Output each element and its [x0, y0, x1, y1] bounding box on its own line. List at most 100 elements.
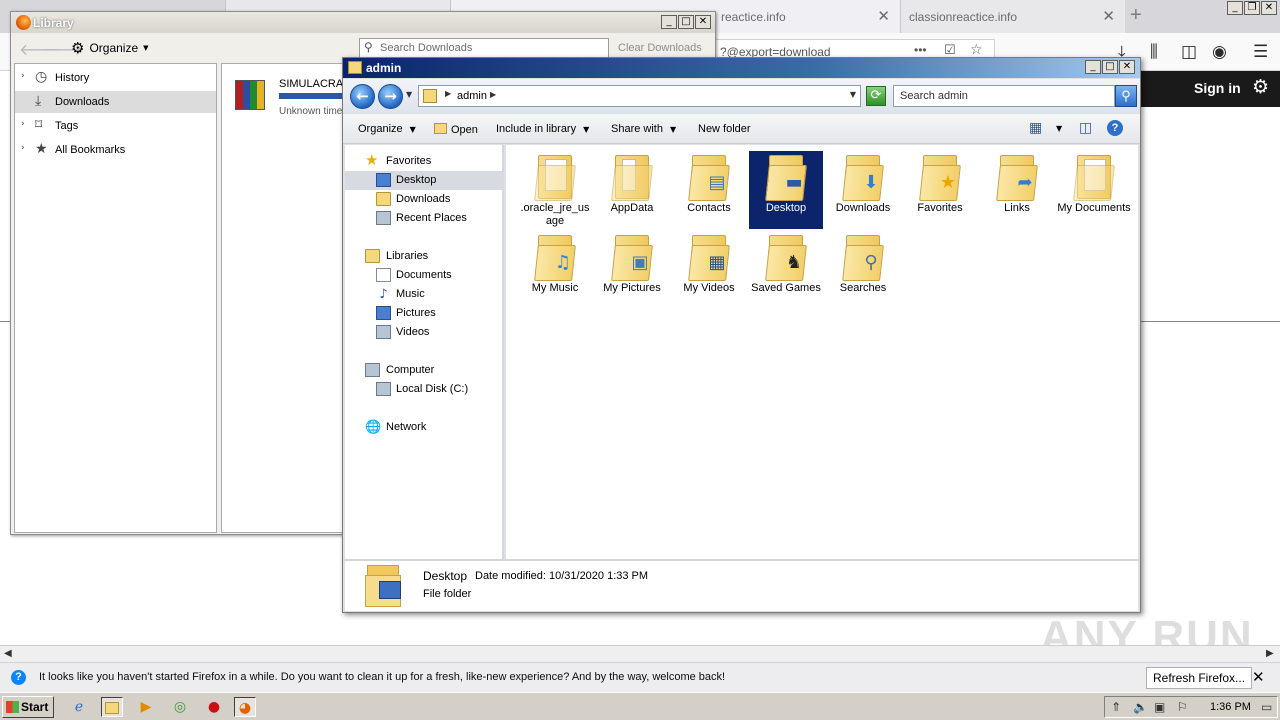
maximize-icon[interactable]: □	[1102, 60, 1118, 74]
breadcrumb-admin[interactable]: admin	[457, 90, 487, 102]
clear-downloads-button[interactable]: Clear Downloads	[618, 42, 702, 54]
scroll-left-icon[interactable]: ◀	[4, 648, 12, 659]
action-center-flag-icon[interactable]: ⚐	[1177, 700, 1188, 714]
tree-item-downloads[interactable]: ⤓ Downloads	[15, 91, 216, 113]
account-icon[interactable]: ◉	[1212, 42, 1227, 62]
address-dropdown-icon[interactable]: ▼	[850, 90, 856, 99]
show-desktop-icon[interactable]: ▭	[1261, 700, 1272, 714]
explorer-taskbar-icon[interactable]	[101, 697, 123, 717]
folder-item[interactable]: AppData	[595, 151, 669, 229]
show-hidden-icons-icon[interactable]: ⇑	[1111, 700, 1121, 714]
folder-item[interactable]: .oracle_jre_usage	[518, 151, 592, 229]
minimize-icon[interactable]: _	[1227, 1, 1243, 15]
opera-icon[interactable]: ●	[203, 697, 225, 717]
expand-icon[interactable]: ›	[21, 119, 25, 129]
breadcrumb-separator-icon[interactable]: ▶	[445, 89, 451, 98]
organize-button[interactable]: Organize ▼	[358, 123, 416, 135]
nav-documents[interactable]: Documents	[345, 266, 504, 285]
nav-music[interactable]: ♪ Music	[345, 285, 504, 304]
sign-in-link[interactable]: Sign in	[1194, 80, 1241, 96]
pocket-icon[interactable]: ☑	[944, 43, 956, 58]
network-status-icon[interactable]: ▣	[1154, 700, 1165, 714]
scroll-right-icon[interactable]: ▶	[1266, 648, 1274, 659]
folder-item[interactable]: ★ Favorites	[903, 151, 977, 229]
folder-item[interactable]: ➦ Links	[980, 151, 1054, 229]
nav-favorites[interactable]: ★ Favorites	[345, 151, 504, 171]
nav-videos[interactable]: Videos	[345, 323, 504, 342]
firefox-tab-2[interactable]: classionreactice.info ✕	[900, 0, 1125, 33]
close-notification-icon[interactable]: ✕	[1252, 668, 1265, 686]
search-downloads-input[interactable]: ⚲ Search Downloads	[359, 38, 609, 58]
firefox-taskbar-icon[interactable]: ◕	[234, 697, 256, 717]
expand-icon[interactable]: ›	[21, 143, 25, 153]
document-folder-icon	[534, 155, 576, 201]
restore-icon[interactable]: ❐	[1244, 1, 1260, 15]
close-icon[interactable]: ✕	[1261, 1, 1277, 15]
search-admin-input[interactable]: Search admin	[893, 85, 1115, 107]
nav-libraries[interactable]: Libraries	[345, 247, 504, 266]
breadcrumb-separator-icon[interactable]: ▶	[490, 90, 496, 99]
sidebar-icon[interactable]: ◫	[1181, 42, 1197, 62]
include-in-library-button[interactable]: Include in library ▼	[496, 123, 589, 135]
forward-button[interactable]: →	[378, 84, 403, 109]
folder-item[interactable]: ⚲ Searches	[826, 231, 900, 309]
new-folder-button[interactable]: New folder	[698, 123, 751, 135]
nav-computer[interactable]: Computer	[345, 361, 504, 380]
folder-item[interactable]: ♫ My Music	[518, 231, 592, 309]
horizontal-scrollbar[interactable]: ◀ ▶	[0, 645, 1280, 662]
close-icon[interactable]: ✕	[695, 15, 711, 29]
folder-item[interactable]: ▤ Contacts	[672, 151, 746, 229]
refresh-firefox-button[interactable]: Refresh Firefox...	[1146, 667, 1253, 689]
folder-item[interactable]: My Documents	[1057, 151, 1131, 229]
tree-item-all-bookmarks[interactable]: › ★ All Bookmarks	[15, 139, 216, 161]
folder-item[interactable]: ▦ My Videos	[672, 231, 746, 309]
menu-icon[interactable]: ☰	[1253, 42, 1268, 62]
back-button[interactable]: ←	[350, 84, 375, 109]
nav-recent-places[interactable]: Recent Places	[345, 209, 504, 228]
internet-explorer-icon[interactable]: ℯ	[68, 697, 90, 717]
chrome-icon[interactable]: ◎	[169, 697, 191, 717]
new-tab-icon[interactable]: +	[1130, 4, 1142, 27]
expand-icon[interactable]: ›	[21, 71, 25, 81]
folder-label: Links	[1004, 202, 1030, 214]
start-button[interactable]: Start	[2, 696, 54, 718]
page-actions-icon[interactable]: •••	[914, 43, 927, 57]
help-icon[interactable]: ?	[1107, 120, 1123, 136]
folder-item[interactable]: ⬇ Downloads	[826, 151, 900, 229]
change-view-icon[interactable]: ▦	[1029, 120, 1042, 136]
preview-pane-icon[interactable]: ◫	[1079, 120, 1092, 136]
search-icon[interactable]: ⚲	[1115, 85, 1137, 107]
nav-downloads[interactable]: Downloads	[345, 190, 504, 209]
refresh-button[interactable]: ⟳	[866, 86, 886, 106]
organize-menu[interactable]: ⚙ Organize ▼	[71, 39, 149, 57]
minimize-icon[interactable]: _	[1085, 60, 1101, 74]
volume-icon[interactable]: 🔈	[1133, 700, 1148, 714]
tree-item-tags[interactable]: › ⌑ Tags	[15, 115, 216, 137]
media-player-icon[interactable]: ▶	[135, 697, 157, 717]
clock[interactable]: 1:36 PM	[1210, 701, 1251, 713]
open-button[interactable]: Open	[434, 123, 478, 136]
folder-item-selected[interactable]: ▬ Desktop	[749, 151, 823, 229]
folder-icon	[348, 61, 362, 74]
nav-network[interactable]: 🌐 Network	[345, 418, 504, 437]
nav-desktop[interactable]: Desktop	[345, 171, 504, 190]
tree-item-history[interactable]: › ◷ History	[15, 67, 216, 89]
folder-item[interactable]: ▣ My Pictures	[595, 231, 669, 309]
minimize-icon[interactable]: _	[661, 15, 677, 29]
share-with-button[interactable]: Share with ▼	[611, 123, 676, 135]
folder-item[interactable]: ♞ Saved Games	[749, 231, 823, 309]
bookmark-star-icon[interactable]: ☆	[970, 42, 983, 58]
library-icon[interactable]: ⫼	[1150, 42, 1158, 62]
close-tab-icon[interactable]: ✕	[877, 7, 890, 25]
close-tab-icon[interactable]: ✕	[1102, 7, 1115, 25]
nav-pictures[interactable]: Pictures	[345, 304, 504, 323]
view-dropdown-icon[interactable]: ▼	[1056, 124, 1062, 133]
maximize-icon[interactable]: □	[678, 15, 694, 29]
explorer-title-bar[interactable]: admin _ □ ✕	[343, 58, 1140, 78]
gear-icon[interactable]: ⚙	[1252, 76, 1269, 98]
history-dropdown-icon[interactable]: ▼	[406, 90, 412, 99]
library-title-bar[interactable]: Library _ □ ✕	[11, 12, 715, 33]
close-icon[interactable]: ✕	[1119, 60, 1135, 74]
nav-local-disk[interactable]: Local Disk (C:)	[345, 380, 504, 399]
address-bar[interactable]: ▶ admin ▶ ▼	[418, 85, 861, 107]
